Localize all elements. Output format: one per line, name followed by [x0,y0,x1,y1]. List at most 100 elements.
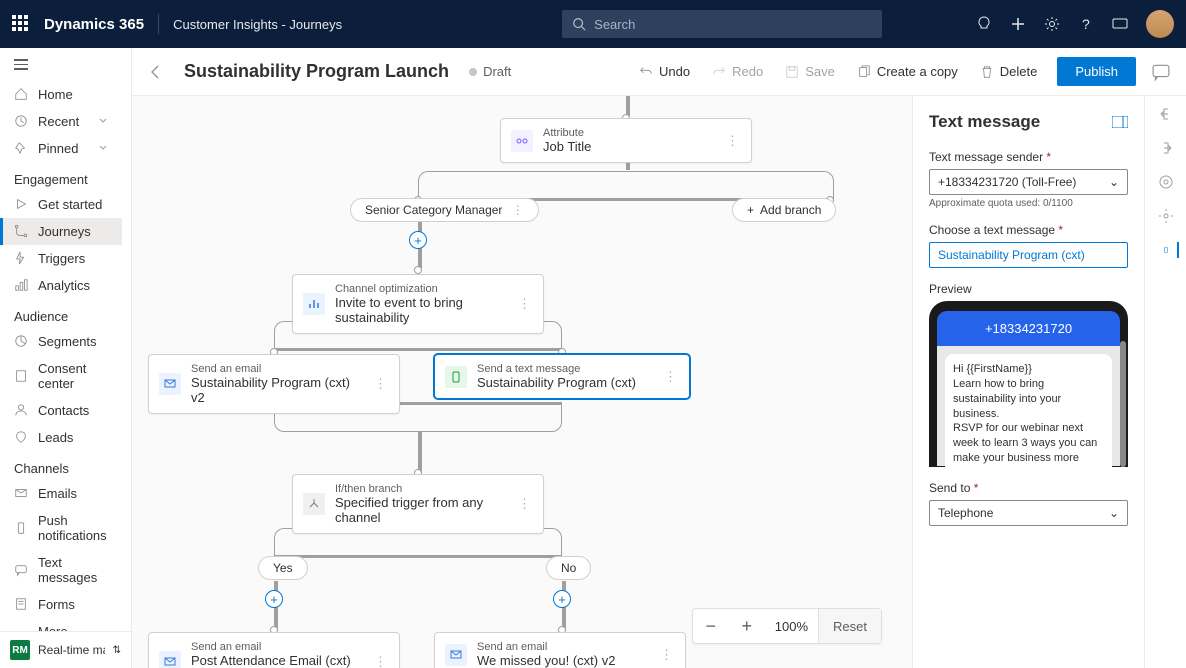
help-icon[interactable]: ? [1078,16,1094,32]
nav-textmsg[interactable]: Text messages [0,549,122,591]
node-email-1[interactable]: Send an emailSustainability Program (cxt… [148,354,400,414]
node-menu-icon[interactable]: ⋮ [372,654,389,668]
choose-label: Choose a text message [929,223,1128,237]
node-sms[interactable]: Send a text messageSustainability Progra… [434,354,690,399]
quota-hint: Approximate quota used: 0/1100 [929,198,1128,209]
nav-segments[interactable]: Segments [0,328,122,355]
section-engagement: Engagement [0,162,122,191]
add-node-button[interactable]: + [409,231,427,249]
global-search[interactable] [562,10,882,38]
search-input[interactable] [594,17,872,32]
nav-home[interactable]: Home [0,81,122,108]
sender-select[interactable]: +18334231720 (Toll-Free)⌄ [929,169,1128,195]
message-select[interactable] [929,242,1128,268]
sender-label: Text message sender [929,150,1128,164]
zoom-in-button[interactable]: + [729,609,765,643]
panel-title: Text message [929,112,1128,132]
enter-icon[interactable] [1158,106,1174,122]
nav-forms[interactable]: Forms [0,591,122,618]
node-ifthen[interactable]: If/then branchSpecified trigger from any… [292,474,544,534]
node-channel-opt[interactable]: Channel optimizationInvite to event to b… [292,274,544,334]
area-badge: RM [10,640,30,660]
attribute-icon [511,130,533,152]
node-menu-icon[interactable]: ⋮ [658,647,675,663]
sendto-label: Send to [929,481,1128,495]
branch-label[interactable]: Senior Category Manager ⋮ [350,198,539,222]
nav-triggers[interactable]: Triggers [0,245,122,272]
nav-journeys[interactable]: Journeys [0,218,122,245]
nav-get-started[interactable]: Get started [0,191,122,218]
nav-push[interactable]: Push notifications [0,507,122,549]
nav-more-channels[interactable]: More channels [0,618,122,632]
nav-label: Push notifications [38,513,108,543]
target-icon[interactable] [1158,174,1174,190]
header-actions: ? [976,10,1174,38]
sendto-select[interactable]: Telephone⌄ [929,500,1128,526]
node-email-3[interactable]: Send an emailWe missed you! (cxt) v2 ⋮ [434,632,686,668]
exit-icon[interactable] [1158,140,1174,156]
settings-icon[interactable] [1158,208,1174,224]
node-email-2[interactable]: Send an emailPost Attendance Email (cxt)… [148,632,400,668]
main-content: Sustainability Program Launch Draft Undo… [132,48,1186,668]
app-name: Customer Insights - Journeys [173,17,342,32]
node-menu-icon[interactable]: ⋮ [372,376,389,392]
gear-icon[interactable] [1044,16,1060,32]
node-menu-icon[interactable]: ⋮ [724,133,741,149]
chevron-down-icon: ⌄ [1109,175,1119,189]
nav-label: Contacts [38,403,89,418]
nav-label: Analytics [38,278,90,293]
nav-contacts[interactable]: Contacts [0,397,122,424]
nav-pinned[interactable]: Pinned [0,135,122,162]
node-menu-icon[interactable]: ⋮ [516,296,533,312]
nav-label: Get started [38,197,102,212]
undo-button[interactable]: Undo [629,58,700,85]
app-launcher-icon[interactable] [12,15,30,33]
expand-icon[interactable] [1112,116,1128,128]
nav-consent[interactable]: Consent center [0,355,122,397]
scrollbar[interactable] [1120,341,1126,467]
preview-label: Preview [929,282,1128,296]
message-icon[interactable] [1112,16,1128,32]
zoom-reset-button[interactable]: Reset [818,609,881,643]
publish-button[interactable]: Publish [1057,57,1136,86]
no-label[interactable]: No [546,556,591,580]
divider [158,14,159,34]
section-audience: Audience [0,299,122,328]
node-attribute[interactable]: AttributeJob Title ⋮ [500,118,752,163]
journey-canvas[interactable]: AttributeJob Title ⋮ Senior Category Man… [132,96,912,668]
search-icon [572,17,586,31]
chevron-down-icon [98,143,108,153]
node-menu-icon[interactable]: ⋮ [516,496,533,512]
chevron-updown-icon: ⇅ [113,645,121,656]
mobile-icon[interactable] [1163,242,1179,258]
email-icon [445,644,467,666]
redo-button[interactable]: Redo [702,58,773,85]
nav-label: Journeys [38,224,91,239]
nav-emails[interactable]: Emails [0,480,122,507]
user-avatar[interactable] [1146,10,1174,38]
zoom-control: − + 100% Reset [692,608,882,644]
lightbulb-icon[interactable] [976,16,992,32]
area-label: Real-time marketi... [38,643,105,657]
nav-recent[interactable]: Recent [0,108,122,135]
section-channels: Channels [0,451,122,480]
chat-icon[interactable] [1152,63,1170,81]
zoom-out-button[interactable]: − [693,609,729,643]
add-node-button[interactable]: + [553,590,571,608]
plus-icon[interactable] [1010,16,1026,32]
copy-button[interactable]: Create a copy [847,58,968,85]
nav-analytics[interactable]: Analytics [0,272,122,299]
back-icon[interactable] [148,64,164,80]
nav-leads[interactable]: Leads [0,424,122,451]
right-rail [1144,96,1186,668]
properties-panel: Text message Text message sender +183342… [912,96,1144,668]
add-node-button[interactable]: + [265,590,283,608]
add-branch-button[interactable]: +Add branch [732,198,836,222]
delete-button[interactable]: Delete [970,58,1048,85]
area-switcher[interactable]: RM Real-time marketi... ⇅ [0,631,131,668]
save-button[interactable]: Save [775,58,845,85]
yes-label[interactable]: Yes [258,556,308,580]
node-menu-icon[interactable]: ⋮ [662,369,679,385]
sidebar-toggle[interactable] [0,48,122,81]
page-title: Sustainability Program Launch [184,61,449,82]
